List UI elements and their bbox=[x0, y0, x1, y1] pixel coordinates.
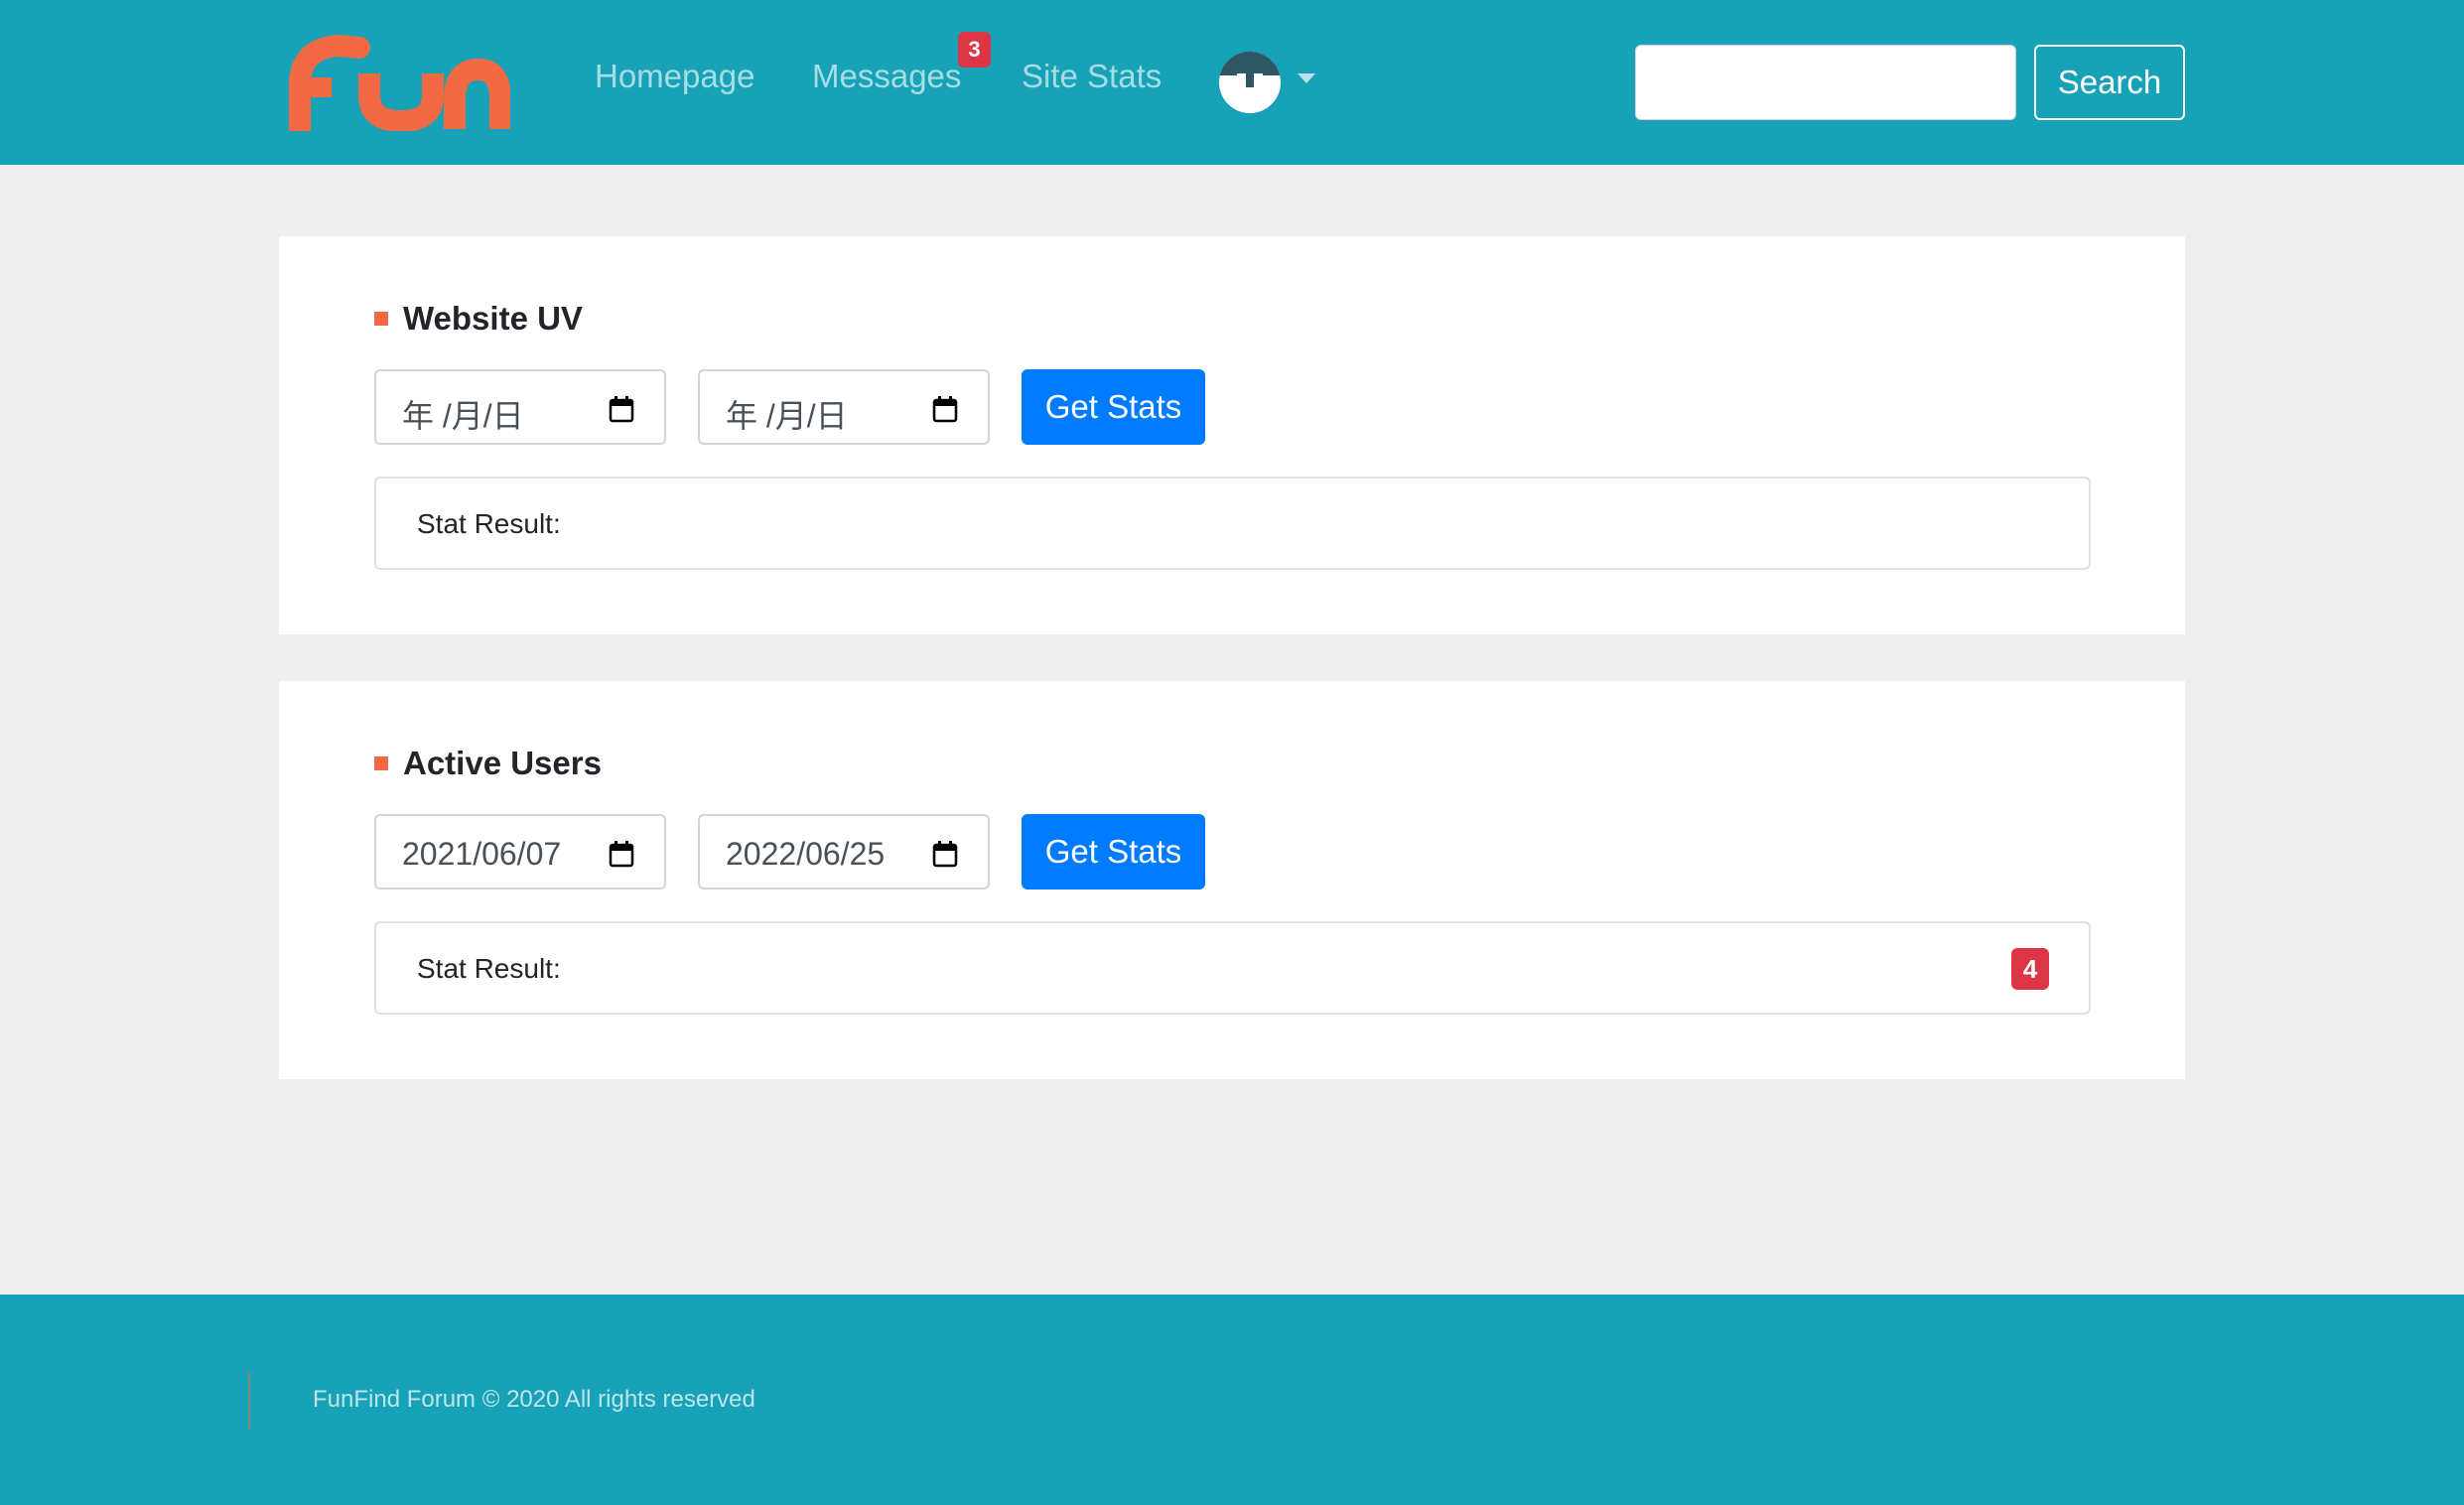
nav-link-homepage[interactable]: Homepage bbox=[595, 58, 754, 95]
title-marker-icon bbox=[374, 312, 388, 326]
fun-logo[interactable] bbox=[288, 34, 510, 131]
top-navbar: Homepage Messages 3 Site Stats Search bbox=[0, 0, 2464, 165]
stat-result-badge: 4 bbox=[2011, 948, 2049, 990]
caret-down-icon[interactable] bbox=[1298, 73, 1315, 83]
start-date-input[interactable]: 2021/06/07 bbox=[374, 814, 666, 889]
stat-result-label: Stat Result: bbox=[417, 953, 561, 984]
get-stats-button[interactable]: Get Stats bbox=[1022, 814, 1205, 889]
title-marker-icon bbox=[374, 756, 388, 770]
search-input[interactable] bbox=[1635, 45, 2016, 120]
stat-result-label: Stat Result: bbox=[417, 508, 561, 539]
start-date-value: 2021/06/07 bbox=[402, 836, 562, 872]
get-stats-button[interactable]: Get Stats bbox=[1022, 369, 1205, 445]
nav-link-site-stats[interactable]: Site Stats bbox=[1022, 58, 1162, 95]
card-title: Website UV bbox=[403, 300, 583, 337]
card-title: Active Users bbox=[403, 745, 602, 781]
end-date-value: 2022/06/25 bbox=[726, 836, 886, 872]
start-date-value: 年 /月/日 bbox=[402, 398, 524, 434]
messages-count-badge: 3 bbox=[958, 32, 991, 68]
active-users-card: Active Users 2021/06/07 2022/06/25 Get S… bbox=[279, 681, 2185, 1079]
end-date-input[interactable]: 2022/06/25 bbox=[698, 814, 990, 889]
end-date-value: 年 /月/日 bbox=[726, 398, 848, 434]
calendar-icon[interactable] bbox=[932, 841, 958, 868]
stat-result-box: Stat Result: bbox=[374, 477, 2091, 570]
page-footer: FunFind Forum © 2020 All rights reserved bbox=[0, 1295, 2464, 1505]
calendar-icon[interactable] bbox=[932, 396, 958, 423]
website-uv-card: Website UV 年 /月/日 年 /月/日 Get Stats Stat … bbox=[279, 236, 2185, 634]
calendar-icon[interactable] bbox=[609, 841, 634, 868]
user-avatar-icon bbox=[1219, 52, 1281, 113]
end-date-input[interactable]: 年 /月/日 bbox=[698, 369, 990, 445]
start-date-input[interactable]: 年 /月/日 bbox=[374, 369, 666, 445]
nav-link-messages[interactable]: Messages bbox=[812, 58, 961, 95]
calendar-icon[interactable] bbox=[609, 396, 634, 423]
user-avatar[interactable] bbox=[1219, 52, 1281, 113]
footer-copyright: FunFind Forum © 2020 All rights reserved bbox=[313, 1386, 755, 1413]
search-button[interactable]: Search bbox=[2034, 45, 2185, 120]
footer-divider bbox=[248, 1372, 250, 1430]
stat-result-box: Stat Result: 4 bbox=[374, 921, 2091, 1015]
